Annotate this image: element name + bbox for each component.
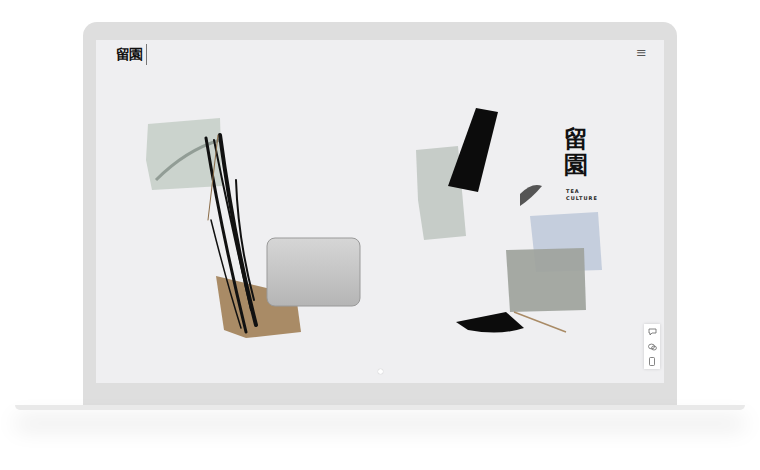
chat-icon bbox=[648, 328, 657, 336]
screen: ≡ 留園 留園 TEA CULTURE bbox=[96, 40, 664, 383]
ink-collage-icon bbox=[96, 40, 664, 383]
phone-button[interactable] bbox=[644, 354, 660, 369]
laptop-base bbox=[15, 405, 745, 410]
wechat-icon bbox=[648, 343, 657, 351]
chat-button[interactable] bbox=[644, 324, 660, 339]
pagination bbox=[96, 369, 664, 374]
wechat-button[interactable] bbox=[644, 339, 660, 354]
side-toolbar bbox=[644, 324, 660, 369]
hero-title: 留園 bbox=[564, 126, 588, 179]
laptop-frame: ≡ 留園 留園 TEA CULTURE bbox=[83, 22, 677, 405]
hero-subtitle: TEA CULTURE bbox=[566, 188, 606, 201]
pagination-dot[interactable] bbox=[378, 369, 383, 374]
site-logo[interactable]: 留園 bbox=[116, 44, 147, 65]
phone-icon bbox=[649, 357, 655, 366]
menu-button[interactable]: ≡ bbox=[633, 45, 650, 61]
